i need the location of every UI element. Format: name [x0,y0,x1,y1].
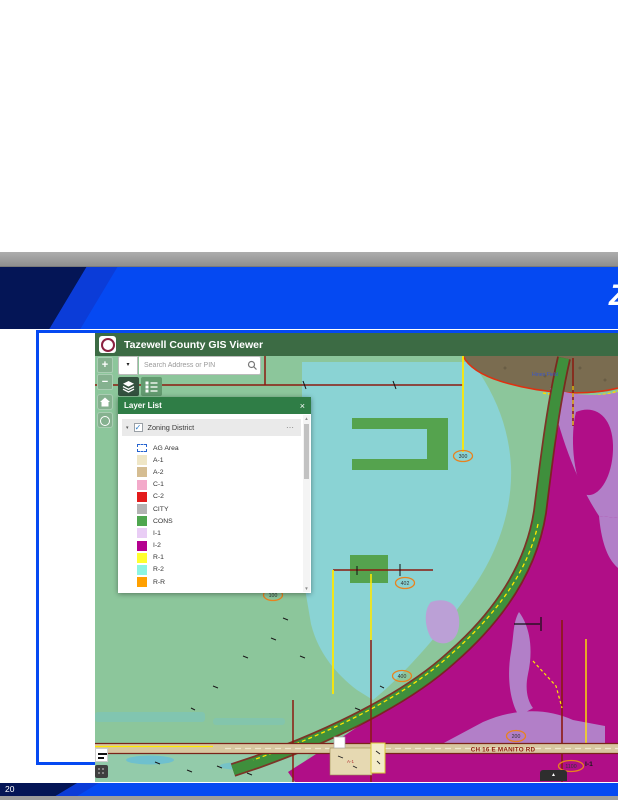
band-stripe-shape [0,267,618,329]
legend-label: A-1 [153,457,164,464]
parcel-number: 100 [269,593,278,599]
app-header: Tazewell County GIS Viewer [95,333,618,356]
place-label: Hines Field [532,372,558,378]
scroll-thumb[interactable] [304,424,309,479]
teal-band [213,718,285,725]
slide-footer-band: 20 [0,783,618,796]
expander-icon[interactable]: ▾ [126,425,129,431]
legend-swatch [137,492,147,502]
footer-gray-strip [0,796,618,800]
chevron-down-icon: ▾ [126,362,129,368]
page-number: 20 [5,784,14,794]
legend-label: CONS [153,518,173,525]
layer-menu-icon[interactable]: ⋯ [286,423,301,432]
layer-checkbox[interactable]: ✓ [134,423,143,432]
legend-entry[interactable]: R-R [118,576,311,588]
parcel-label: A-1 [347,759,355,764]
app-title: Tazewell County GIS Viewer [124,339,263,351]
band-partial-title-text: Z [609,279,618,313]
legend-label: R-1 [153,554,164,561]
legend-swatch [137,577,147,587]
legend-entry[interactable]: CITY [118,503,311,515]
road-label: CH 16 E MANITO RD [471,747,536,754]
legend-swatch [137,553,147,563]
legend-swatch [137,516,147,526]
legend-swatch [137,455,147,465]
slide-divider-bar [0,252,618,268]
gis-viewer-screenshot: Hines Field A-1 I-1 CH 16 E MANITO RD 30… [95,333,618,782]
locate-button[interactable] [97,412,113,428]
scroll-down-icon[interactable]: ▼ [303,586,310,591]
panel-scrollbar[interactable]: ▲ ▼ [303,415,310,592]
legend-label: R-2 [153,566,164,573]
teal-band [95,712,205,722]
zoom-in-button[interactable]: + [97,357,113,373]
layer-list-button[interactable] [118,377,139,396]
legend-entry[interactable]: R-1 [118,552,311,564]
parcel-number: 402 [401,581,410,587]
layer-list-title: Layer List [124,401,162,410]
parcel-number: 200 [512,734,521,740]
legend-swatch [137,444,147,452]
legend-entry[interactable]: A-1 [118,454,311,466]
legend-swatch [137,504,147,514]
search-dropdown-button[interactable]: ▾ [118,356,138,375]
home-icon [98,395,112,409]
close-icon[interactable]: × [300,401,305,411]
home-button[interactable] [97,394,113,410]
legend-icon [144,380,159,393]
legend-label: I-1 [153,530,161,537]
slide: Z [0,0,618,800]
legend-label: R-R [153,579,165,586]
scroll-up-icon[interactable]: ▲ [303,416,310,421]
search-input[interactable] [139,356,261,375]
legend-entry[interactable]: AG Area [118,442,311,454]
legend-entry[interactable]: A-2 [118,466,311,478]
parcel-number: 1100 [565,764,576,770]
legend-swatch [137,480,147,490]
legend-label: AG Area [153,445,179,452]
parcel-small [371,743,385,773]
legend-swatch [137,528,147,538]
pond [126,756,174,765]
zone-purple-pocket [426,600,459,643]
legend-swatch [137,565,147,575]
zoom-out-button[interactable]: − [97,374,113,390]
legend-list: AG Area A-1 A-2 C-1 C-2 CITY CONS I-1 I-… [118,442,311,588]
footer-stripe-shape [0,783,618,796]
legend-entry[interactable]: C-1 [118,479,311,491]
legend-button[interactable] [141,377,162,396]
layer-group-label: Zoning District [148,423,195,432]
county-seal-icon [99,336,116,353]
road-marker-box [334,737,345,748]
layer-group-row[interactable]: ▾ ✓ Zoning District ⋯ [122,419,301,436]
legend-entry[interactable]: R-2 [118,564,311,576]
overview-map-icon[interactable] [95,765,108,778]
legend-label: CITY [153,506,168,513]
legend-swatch [137,541,147,551]
slide-title-band: Z [0,267,618,329]
legend-entry[interactable]: I-2 [118,540,311,552]
legend-label: I-2 [153,542,161,549]
parcel-number: 400 [398,674,407,680]
search-icon[interactable] [247,360,258,371]
layer-list-panel: Layer List × ▾ ✓ Zoning District ⋯ AG Ar… [118,397,311,593]
legend-entry[interactable]: C-2 [118,491,311,503]
legend-label: C-2 [153,493,164,500]
legend-entry[interactable]: CONS [118,515,311,527]
zone-i1-label: I-1 [585,761,593,768]
legend-label: A-2 [153,469,164,476]
locate-icon [100,416,110,426]
legend-label: C-1 [153,481,164,488]
scale-bar [95,748,108,762]
attribution-toggle-button[interactable]: ▲ [540,770,567,781]
layers-icon [121,380,136,393]
layer-list-header: Layer List × [118,397,311,414]
legend-entry[interactable]: I-1 [118,527,311,539]
parcel-number: 300 [459,454,468,460]
legend-swatch [137,467,147,477]
